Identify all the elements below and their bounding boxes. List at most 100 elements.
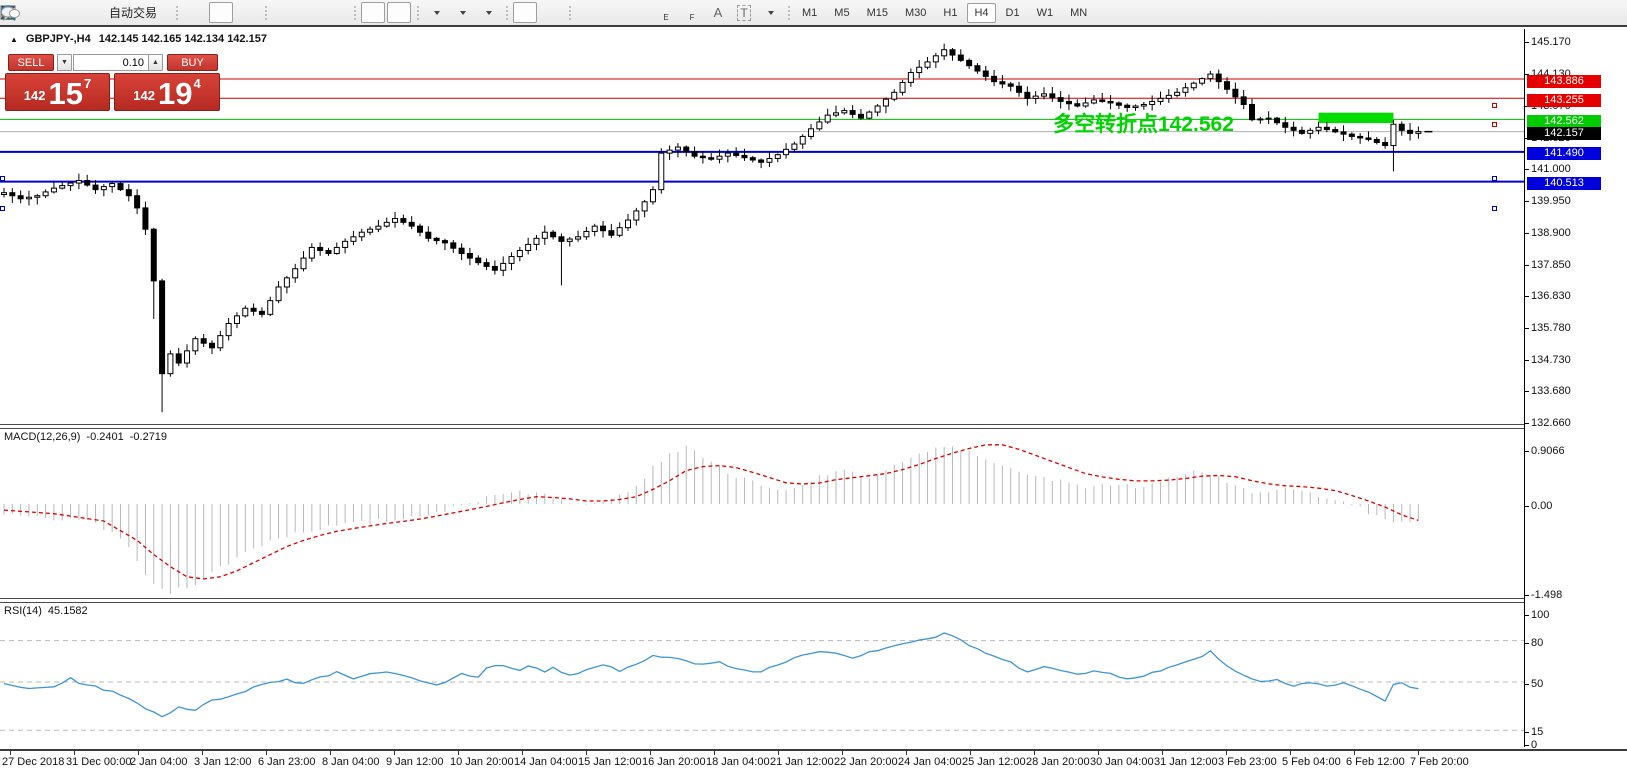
text-tool-icon[interactable]: A bbox=[706, 2, 730, 23]
chart-title: ▲ GBPJPY-,H4 142.145 142.165 142.134 142… bbox=[10, 33, 267, 45]
line-endpoint-marker[interactable] bbox=[0, 206, 5, 211]
macd-pane-resize-handle[interactable] bbox=[0, 424, 1627, 429]
price-tick-label: 138.900 bbox=[1531, 227, 1571, 239]
time-tick-dash bbox=[266, 751, 267, 755]
price-tick-label: 137.850 bbox=[1531, 259, 1571, 271]
time-axis[interactable]: 27 Dec 201831 Dec 00:002 Jan 04:003 Jan … bbox=[0, 749, 1627, 771]
line-endpoint-marker[interactable] bbox=[1492, 206, 1497, 211]
time-tick-label: 10 Jan 20:00 bbox=[450, 756, 514, 768]
volume-increase-button[interactable]: ▲ bbox=[148, 54, 163, 71]
autotrade-button[interactable]: 自动交易 bbox=[96, 2, 170, 23]
bar-chart-type-icon[interactable] bbox=[183, 2, 207, 23]
rsi-scale-label: 15 bbox=[1531, 726, 1543, 738]
rsi-pane-resize-handle[interactable] bbox=[0, 598, 1627, 603]
timeframe-button-m5[interactable]: M5 bbox=[827, 3, 856, 23]
time-tick-label: 6 Feb 12:00 bbox=[1346, 756, 1405, 768]
sell-price-display[interactable]: 142 15 7 bbox=[5, 73, 110, 111]
cursor-icon[interactable] bbox=[513, 2, 537, 23]
time-tick-dash bbox=[458, 751, 459, 755]
chart-shift-icon[interactable] bbox=[361, 2, 385, 23]
candlestick-chart-type-icon[interactable] bbox=[209, 2, 233, 23]
line-endpoint-marker[interactable] bbox=[0, 176, 5, 181]
line-endpoint-marker[interactable] bbox=[1492, 122, 1497, 127]
sell-button[interactable]: SELL bbox=[8, 54, 54, 71]
time-tick-label: 8 Jan 04:00 bbox=[322, 756, 380, 768]
fibonacci-tool-icon[interactable]: F bbox=[680, 2, 704, 23]
timeframe-button-h4[interactable]: H4 bbox=[967, 3, 995, 23]
tile-windows-icon[interactable] bbox=[324, 2, 348, 23]
line-endpoint-marker[interactable] bbox=[1492, 103, 1497, 108]
horizontal-line-tool-icon[interactable] bbox=[602, 2, 626, 23]
timeframe-button-h1[interactable]: H1 bbox=[936, 3, 964, 23]
volume-decrease-button[interactable]: ▼ bbox=[57, 54, 72, 71]
time-tick-dash bbox=[74, 751, 75, 755]
buy-price-big: 19 bbox=[158, 81, 192, 107]
text-tool-letter: A bbox=[714, 5, 723, 20]
sell-price-prefix: 142 bbox=[24, 88, 46, 103]
price-tick-label: 134.730 bbox=[1531, 354, 1571, 366]
line-chart-type-icon[interactable] bbox=[235, 2, 259, 23]
gold-ingot-icon[interactable] bbox=[18, 2, 42, 23]
time-tick-label: 2 Jan 04:00 bbox=[130, 756, 188, 768]
zoom-in-icon[interactable] bbox=[272, 2, 296, 23]
crosshair-icon[interactable] bbox=[539, 2, 563, 23]
main-chart-svg[interactable] bbox=[0, 29, 1524, 424]
rsi-pane-svg[interactable] bbox=[0, 603, 1524, 747]
buy-price-display[interactable]: 142 19 4 bbox=[114, 73, 220, 111]
chat-icon[interactable] bbox=[0, 5, 20, 21]
toolbar-grip bbox=[174, 4, 179, 22]
timeframe-button-m30[interactable]: M30 bbox=[898, 3, 933, 23]
level-price-label-143.886: 143.886 bbox=[1527, 75, 1601, 88]
macd-scale-dash bbox=[1525, 451, 1529, 452]
time-tick-dash bbox=[1418, 751, 1419, 755]
zoom-out-icon[interactable] bbox=[298, 2, 322, 23]
timeframe-button-m15[interactable]: M15 bbox=[860, 3, 895, 23]
timeframe-button-mn[interactable]: MN bbox=[1063, 3, 1094, 23]
price-axis[interactable]: 145.170144.130143.070142.020141.000139.9… bbox=[1524, 29, 1627, 747]
timeframe-button-w1[interactable]: W1 bbox=[1030, 3, 1061, 23]
channel-tool-icon[interactable]: E bbox=[654, 2, 678, 23]
auto-scroll-icon[interactable] bbox=[387, 2, 411, 23]
macd-indicator-label: MACD(12,26,9) -0.2401 -0.2719 bbox=[4, 431, 167, 443]
macd-scale-label: 0.9066 bbox=[1531, 445, 1565, 457]
templates-icon[interactable] bbox=[476, 2, 500, 23]
time-tick-dash bbox=[1098, 751, 1099, 755]
price-tick-dash bbox=[1525, 201, 1529, 202]
time-tick-dash bbox=[522, 751, 523, 755]
periods-icon[interactable] bbox=[450, 2, 474, 23]
time-tick-dash bbox=[10, 751, 11, 755]
chevron-down-icon bbox=[434, 11, 440, 15]
rsi-name: RSI(14) bbox=[4, 605, 42, 617]
arrows-tool-icon[interactable] bbox=[758, 2, 782, 23]
label-tool-icon[interactable]: T bbox=[732, 2, 756, 23]
macd-scale-dash bbox=[1525, 595, 1529, 596]
signal-icon[interactable] bbox=[70, 2, 94, 23]
time-tick-dash bbox=[330, 751, 331, 755]
buy-button[interactable]: BUY bbox=[167, 54, 218, 71]
timeframe-button-d1[interactable]: D1 bbox=[999, 3, 1027, 23]
time-tick-dash bbox=[714, 751, 715, 755]
vertical-line-tool-icon[interactable] bbox=[576, 2, 600, 23]
line-endpoint-marker[interactable] bbox=[1492, 176, 1497, 181]
macd-value-2: -0.2719 bbox=[130, 431, 167, 443]
volume-input[interactable] bbox=[73, 54, 149, 71]
trendline-tool-icon[interactable] bbox=[628, 2, 652, 23]
macd-name: MACD(12,26,9) bbox=[4, 431, 80, 443]
time-tick-dash bbox=[906, 751, 907, 755]
price-tick-dash bbox=[1525, 391, 1529, 392]
price-tick-dash bbox=[1525, 360, 1529, 361]
time-tick-label: 3 Jan 12:00 bbox=[194, 756, 252, 768]
rsi-value: 45.1582 bbox=[48, 605, 88, 617]
new-chart-icon[interactable] bbox=[424, 2, 448, 23]
symbol-period-label: GBPJPY-,H4 bbox=[26, 33, 91, 45]
publish-icon[interactable] bbox=[44, 2, 68, 23]
price-tick-dash bbox=[1525, 42, 1529, 43]
timeframe-button-m1[interactable]: M1 bbox=[795, 3, 824, 23]
collapse-panel-icon[interactable]: ▲ bbox=[10, 35, 18, 44]
macd-pane-svg[interactable] bbox=[0, 429, 1524, 598]
timeframe-group: M1M5M15M30H1H4D1W1MN bbox=[795, 3, 1094, 23]
chevron-down-icon bbox=[486, 11, 492, 15]
time-tick-dash bbox=[202, 751, 203, 755]
time-tick-dash bbox=[586, 751, 587, 755]
time-tick-dash bbox=[650, 751, 651, 755]
